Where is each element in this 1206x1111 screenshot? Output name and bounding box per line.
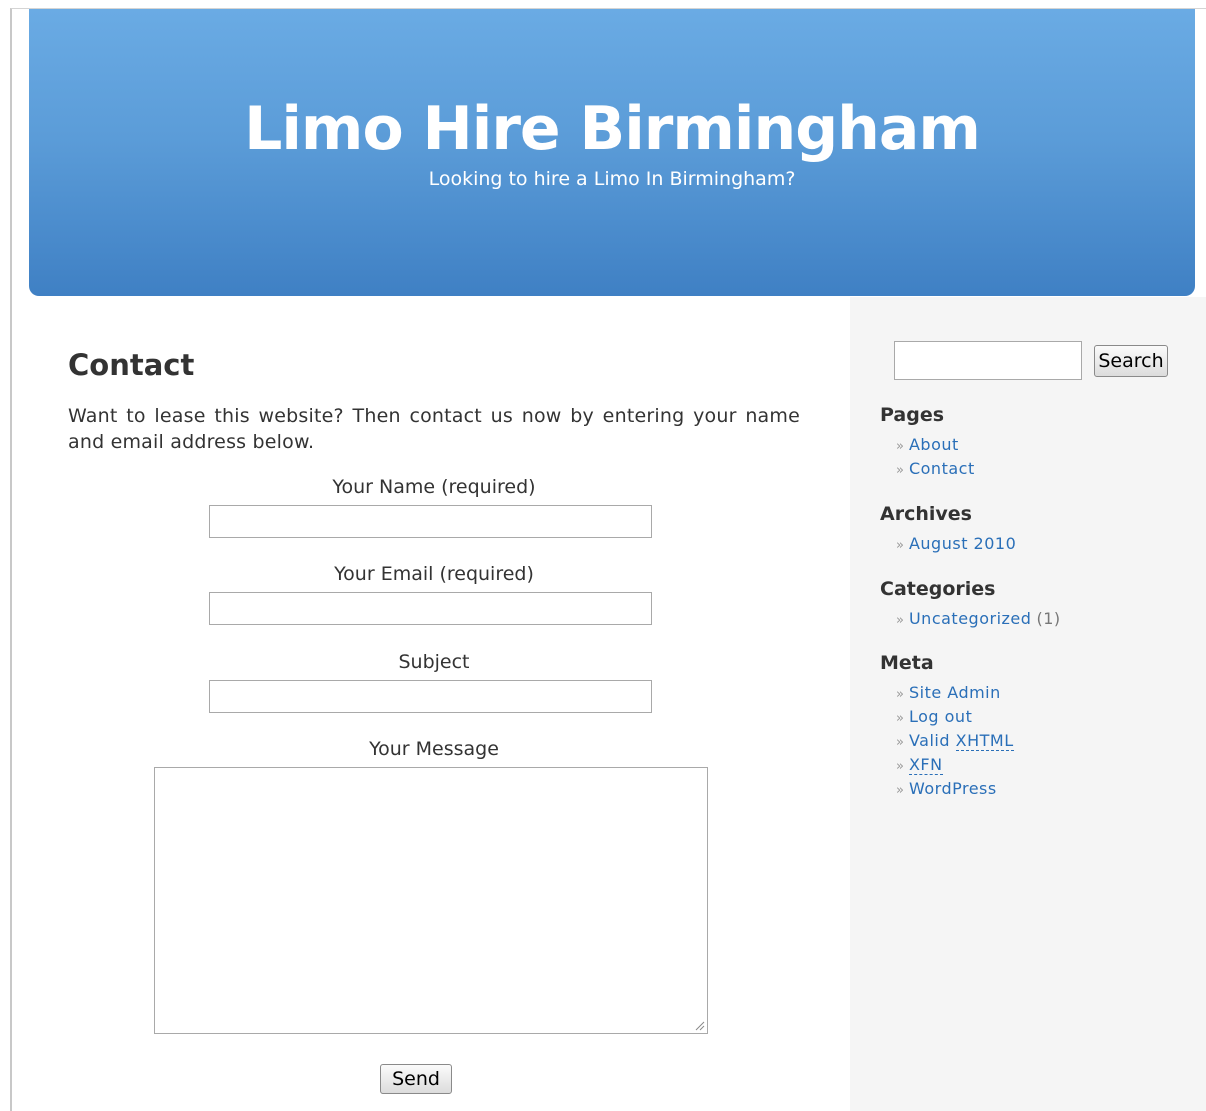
email-label: Your Email (required) [334,563,534,585]
list-item: » Uncategorized (1) [896,607,1061,631]
subject-input[interactable] [209,680,652,713]
category-uncategorized-link[interactable]: Uncategorized [909,609,1031,628]
search-button[interactable]: Search [1094,345,1168,377]
page-title: Contact [68,348,195,382]
meta-widget-title: Meta [880,652,934,674]
raquo-icon: » [896,538,904,553]
raquo-icon: » [896,613,904,628]
category-count: (1) [1036,609,1061,628]
site-header: Limo Hire Birmingham Looking to hire a L… [29,9,1195,296]
message-textarea[interactable] [154,767,708,1034]
list-item: » WordPress [896,777,1014,801]
archives-list: » August 2010 [896,532,1016,556]
intro-text: Want to lease this website? Then contact… [68,405,800,453]
sidebar: Search Pages » About » Contact Archives » A… [850,297,1206,1111]
site-admin-link[interactable]: Site Admin [909,683,1001,702]
contact-link[interactable]: Contact [909,459,975,478]
list-item: » Log out [896,705,1014,729]
raquo-icon: » [896,759,904,774]
categories-list: » Uncategorized (1) [896,607,1061,631]
resize-grip-icon[interactable] [693,1019,705,1031]
list-item: » XFN [896,753,1014,777]
pages-list: » About » Contact [896,433,975,481]
list-item: » Contact [896,457,975,481]
meta-list: » Site Admin » Log out » Valid XHTML » XFN »… [896,681,1014,801]
list-item: » Site Admin [896,681,1014,705]
log-out-link[interactable]: Log out [909,707,972,726]
pages-widget-title: Pages [880,404,945,426]
site-description: Looking to hire a Limo In Birmingham? [428,168,796,190]
raquo-icon: » [896,711,904,726]
name-input[interactable] [209,505,652,538]
xfn-link[interactable]: XFN [908,755,943,775]
xhtml-abbr: XHTML [955,731,1014,751]
email-input[interactable] [209,592,652,625]
about-link[interactable]: About [909,435,959,454]
raquo-icon: » [896,783,904,798]
raquo-icon: » [896,735,904,750]
raquo-icon: » [896,687,904,702]
raquo-icon: » [896,463,904,478]
raquo-icon: » [896,439,904,454]
archives-widget-title: Archives [880,503,972,525]
valid-xhtml-link[interactable]: Valid XHTML [909,731,1014,751]
subject-label: Subject [398,651,470,673]
valid-prefix: Valid [908,731,951,750]
site-title[interactable]: Limo Hire Birmingham [29,93,1195,165]
send-button[interactable]: Send [380,1064,452,1094]
list-item: » Valid XHTML [896,729,1014,753]
search-input[interactable] [894,341,1082,380]
message-label: Your Message [369,738,499,760]
name-label: Your Name (required) [332,476,536,498]
archive-august-2010-link[interactable]: August 2010 [909,534,1016,553]
xfn-abbr: XFN [908,755,943,775]
list-item: » August 2010 [896,532,1016,556]
categories-widget-title: Categories [880,578,996,600]
main-content: Contact Want to lease this website? Then… [68,345,800,1094]
list-item: » About [896,433,975,457]
page-wrapper: Limo Hire Birmingham Looking to hire a L… [10,8,1206,1111]
wordpress-link[interactable]: WordPress [909,779,997,798]
